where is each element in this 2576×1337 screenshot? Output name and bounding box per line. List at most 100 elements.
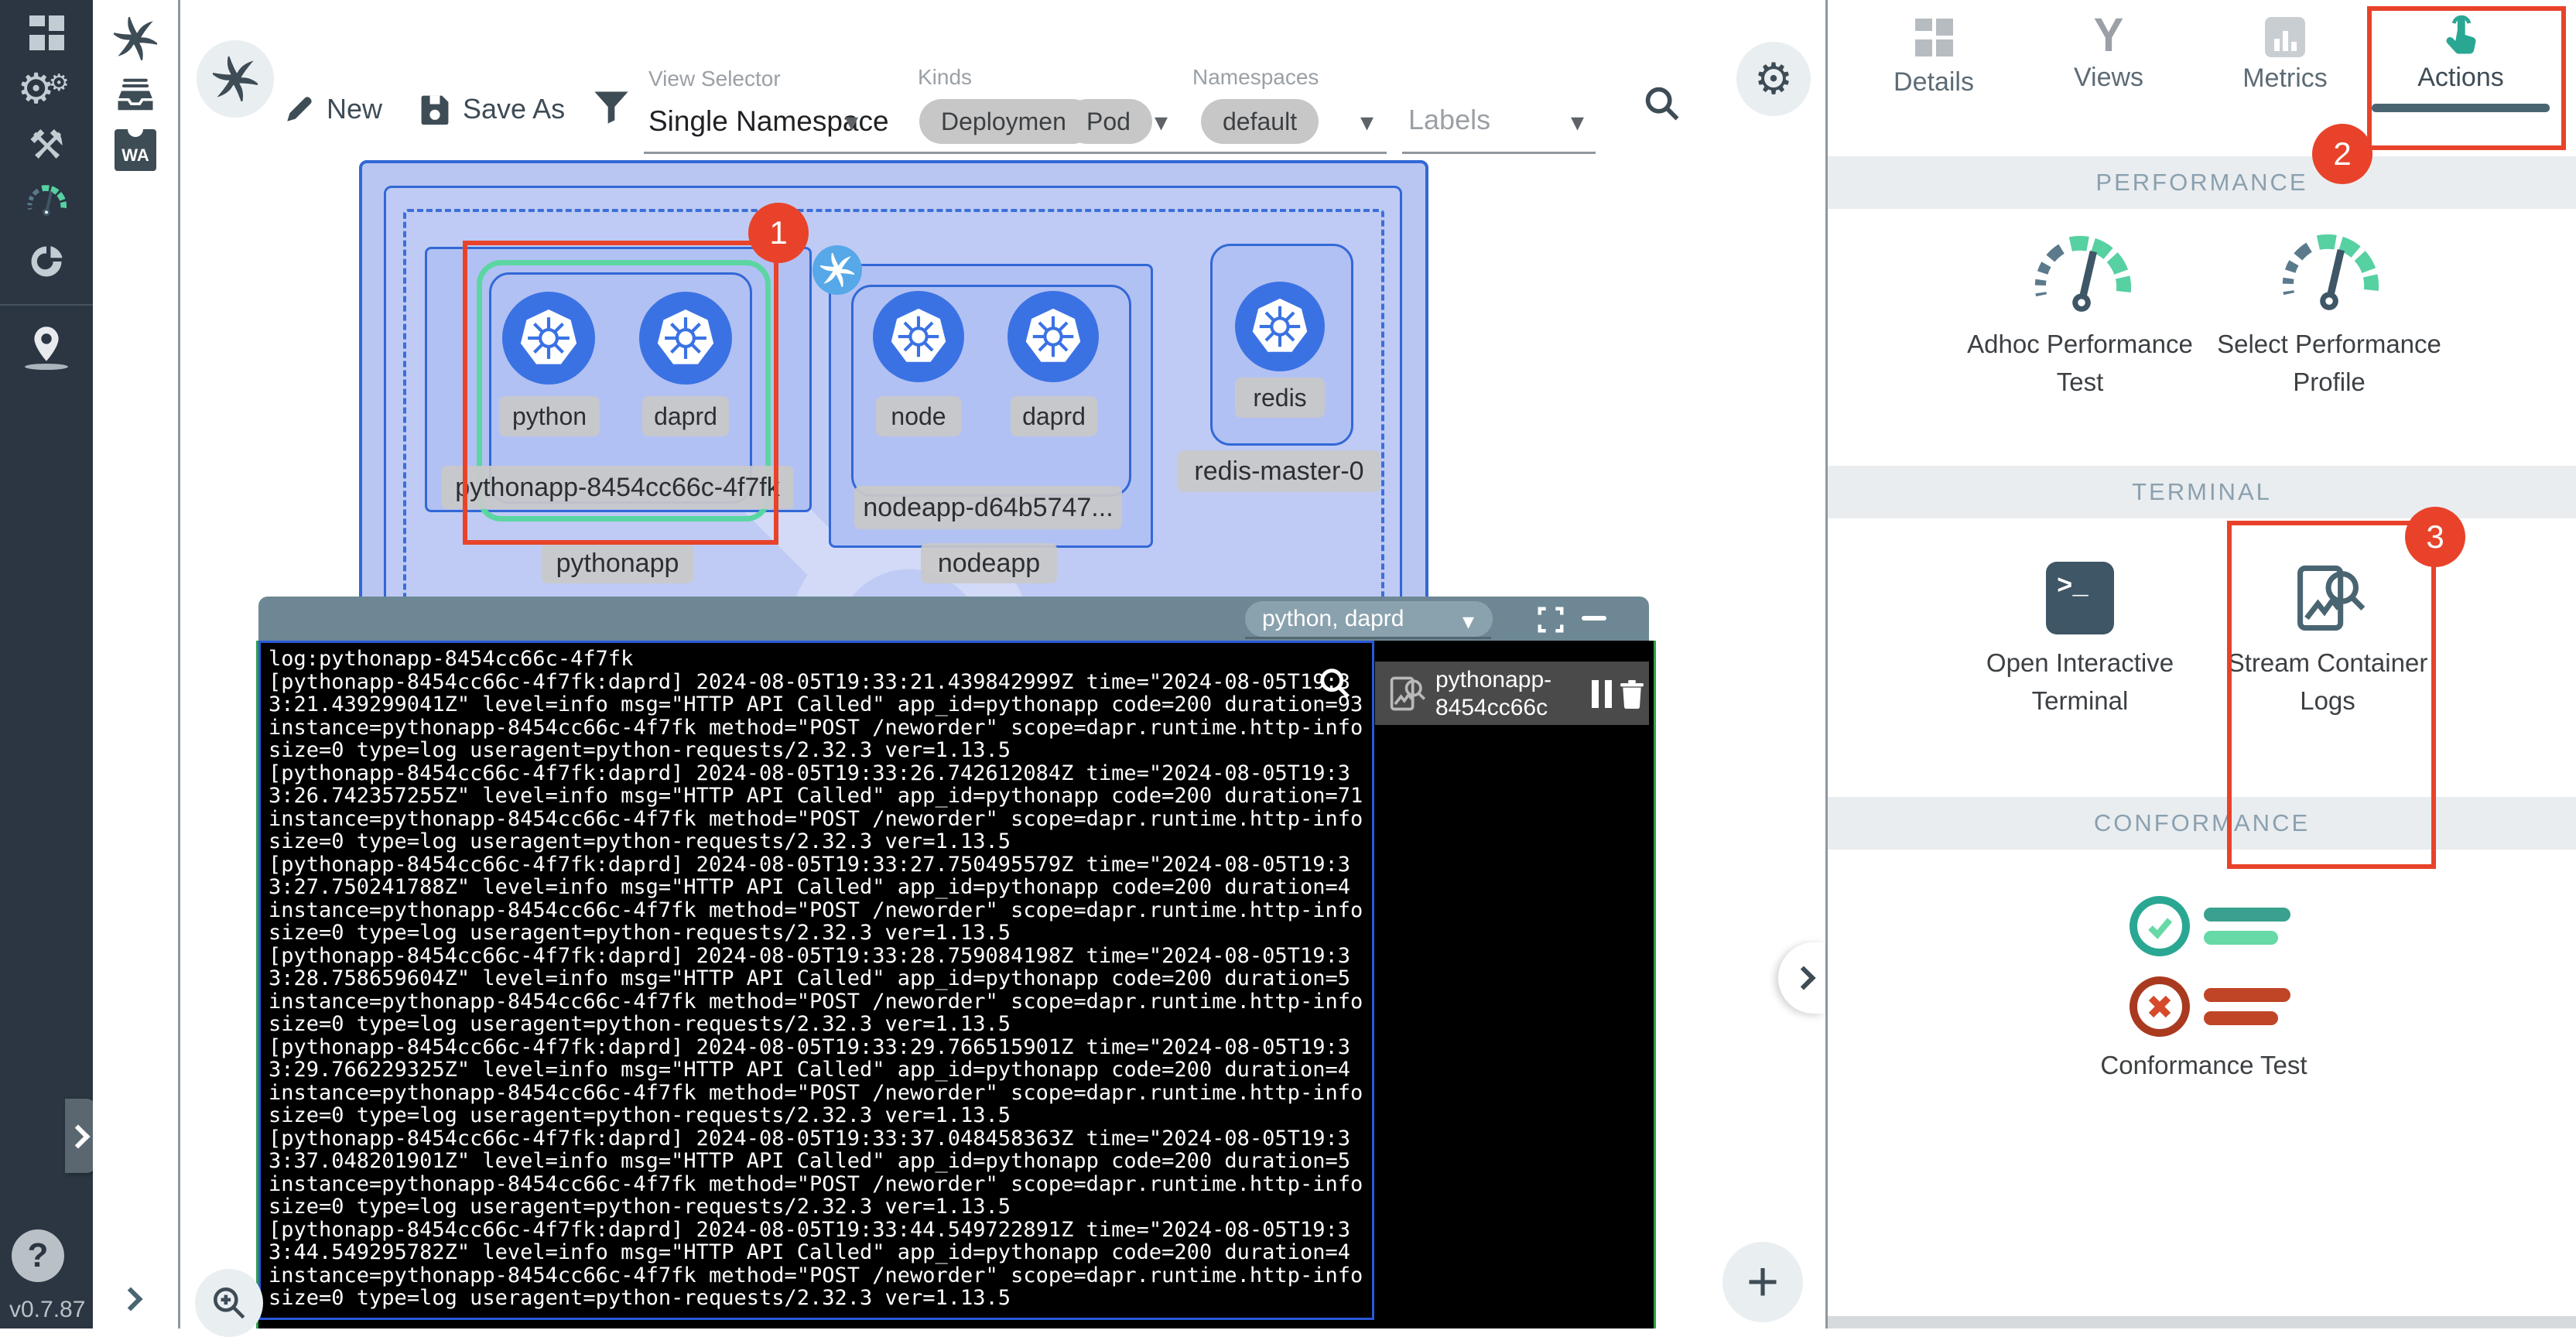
gears-icon: ⚙⚙ [17, 64, 75, 113]
help-button[interactable]: ? [12, 1229, 64, 1282]
panel-collapse-handle[interactable] [1778, 942, 1825, 1014]
terminal-fullscreen-button[interactable] [1536, 605, 1565, 638]
log-output[interactable]: log:pythonapp-8454cc66c-4f7fk [pythonapp… [258, 641, 1374, 1320]
view-selector-arrow-icon[interactable]: ▾ [845, 107, 858, 138]
zoom-in-button[interactable] [195, 1269, 263, 1337]
select-performance-profile-button[interactable] [2267, 224, 2391, 320]
annotation-rect-2 [2367, 6, 2566, 150]
adhoc-performance-test-button[interactable] [2020, 226, 2143, 321]
plus-icon: + [1746, 1250, 1779, 1314]
dapr-spiral-icon [114, 17, 157, 60]
webassembly-icon: WA [115, 129, 156, 171]
sidebar-item-locations[interactable] [0, 319, 93, 374]
app-version: v0.7.87 [9, 1297, 85, 1323]
save-as-button-label: Save As [463, 93, 565, 125]
kubernetes-icon [887, 305, 950, 368]
sidebar-item-settings[interactable]: ⚙⚙ [0, 60, 93, 116]
open-interactive-terminal-label: Open Interactive Terminal [1956, 644, 2204, 720]
conformance-test-label: Conformance Test [2080, 1046, 2328, 1084]
terminal-minimize-button[interactable] [1582, 616, 1606, 621]
inbox-icon [115, 74, 156, 115]
pause-stream-button[interactable] [1592, 680, 1612, 708]
container-selector-arrow-icon[interactable]: ▾ [1462, 608, 1474, 635]
pause-icon [1605, 680, 1612, 708]
log-stream-item[interactable]: pythonapp- 8454cc66c [1375, 662, 1649, 725]
kinds-label: Kinds [918, 65, 972, 90]
app-rail-item-archive[interactable] [93, 67, 178, 122]
dapr-badge [812, 245, 862, 295]
chevron-right-icon [66, 1124, 90, 1148]
annotation-badge-1: 1 [748, 203, 809, 263]
settings-button[interactable]: ⚙ [1736, 42, 1811, 116]
select-performance-profile-label: Select Performance Profile [2205, 325, 2453, 401]
pie-chart-icon [26, 241, 67, 282]
tab-metrics[interactable]: Metrics [2212, 17, 2359, 94]
labels-input[interactable]: Labels [1408, 104, 1490, 136]
app-rail-item-dapr[interactable] [93, 11, 178, 67]
mesh-button[interactable] [197, 40, 274, 118]
annotation-rect-1 [463, 241, 778, 545]
app-label: nodeapp [921, 543, 1057, 583]
sidebar-item-dashboard[interactable] [0, 5, 93, 60]
container-redis[interactable] [1235, 282, 1325, 371]
filter-button[interactable] [591, 87, 631, 131]
conformance-section-header: CONFORMANCE [1828, 797, 2576, 850]
container-selector-value: python, daprd [1262, 606, 1404, 632]
kinds-arrow-icon[interactable]: ▾ [1155, 107, 1168, 138]
new-button[interactable]: New [283, 90, 382, 128]
annotation-rect-3 [2227, 521, 2436, 869]
log-stream-list: pythonapp- 8454cc66c [1375, 641, 1649, 1326]
log-search-icon[interactable] [1317, 665, 1353, 701]
tab-details-label: Details [1860, 67, 2007, 97]
sidebar-item-performance[interactable] [0, 172, 93, 227]
open-interactive-terminal-button[interactable]: >_ [2046, 562, 2114, 634]
gear-icon: ⚙ [1754, 53, 1793, 104]
fullscreen-icon [1536, 605, 1565, 634]
conformance-test-button[interactable] [2130, 896, 2290, 1037]
pod-label: redis-master-0 [1178, 450, 1380, 492]
app-rail-item-webassembly[interactable]: WA [93, 122, 178, 178]
chevron-right-icon [118, 1287, 142, 1311]
container-selector[interactable]: python, daprd [1245, 601, 1493, 637]
terminal-icon: >_ [2046, 562, 2114, 634]
container-label: daprd [1011, 396, 1097, 436]
performance-section-header: PERFORMANCE [1828, 156, 2576, 209]
namespace-chip-default[interactable]: default [1201, 99, 1319, 144]
view-selector-label: View Selector [648, 67, 781, 91]
tab-metrics-label: Metrics [2212, 63, 2359, 94]
stream-pod-name: pythonapp- 8454cc66c [1435, 666, 1551, 722]
annotation-badge-3: 3 [2405, 507, 2465, 567]
container-node[interactable] [873, 291, 964, 382]
container-daprd-node[interactable] [1007, 291, 1099, 382]
horizontal-scrollbar[interactable] [1828, 1316, 2576, 1328]
rail-expand-button[interactable] [122, 1291, 139, 1311]
sidebar-item-analytics[interactable] [0, 234, 93, 289]
annotation-badge-2: 2 [2312, 124, 2372, 184]
adhoc-performance-test-label: Adhoc Performance Test [1956, 325, 2204, 401]
sidebar-expand-tab[interactable] [65, 1099, 96, 1173]
tab-views[interactable]: Y Views [2035, 9, 2182, 93]
labels-arrow-icon[interactable]: ▾ [1571, 107, 1584, 138]
tools-icon: ⚒ [29, 122, 65, 169]
dashboard-grid-icon [29, 15, 64, 50]
views-icon: Y [2094, 8, 2124, 62]
funnel-icon [591, 87, 631, 127]
conformance-fail-row [2130, 976, 2290, 1037]
add-button[interactable]: + [1722, 1242, 1803, 1322]
container-label: node [876, 396, 961, 436]
namespaces-arrow-icon[interactable]: ▾ [1360, 107, 1374, 138]
kind-chip-pod[interactable]: Pod [1065, 99, 1152, 144]
kubernetes-icon [1248, 295, 1312, 358]
tab-views-label: Views [2035, 63, 2182, 93]
terminal-window: log:pythonapp-8454cc66c-4f7fk [pythonapp… [256, 641, 1656, 1328]
tab-details[interactable]: Details [1860, 19, 2007, 97]
app-label: pythonapp [542, 543, 693, 583]
save-icon [418, 92, 452, 126]
save-as-button[interactable]: Save As [418, 90, 565, 128]
new-button-label: New [327, 93, 382, 125]
sidebar-item-tools[interactable]: ⚒ [0, 118, 93, 173]
trash-icon[interactable] [1616, 679, 1647, 710]
mesh-icon [213, 56, 258, 101]
search-button[interactable] [1642, 84, 1682, 128]
pod-label: nodeapp-d64b5747... [854, 486, 1122, 529]
